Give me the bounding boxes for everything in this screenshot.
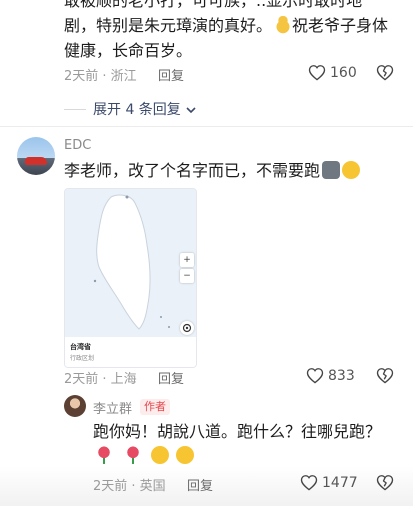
username[interactable]: EDC (64, 138, 91, 153)
laughing-emoji-icon (176, 446, 195, 464)
rose-emoji-icon (95, 446, 113, 464)
like-count: 160 (330, 65, 357, 81)
like-button[interactable] (308, 64, 326, 81)
reply-button[interactable]: 回复 (158, 65, 184, 84)
like-count: 833 (328, 368, 355, 384)
map-region-subtitle: 行政区划 (70, 355, 95, 362)
reply-button[interactable]: 回复 (187, 475, 213, 494)
heart-outline-icon (300, 475, 318, 491)
reply-button[interactable]: 回复 (158, 368, 184, 387)
laughing-emoji-icon (342, 161, 361, 179)
like-button[interactable] (306, 367, 324, 384)
cat-emoji-icon (322, 161, 341, 179)
expand-replies-label: 展开 4 条回复 (93, 102, 181, 118)
dislike-button[interactable] (376, 474, 394, 491)
locate-button[interactable] (180, 321, 194, 335)
dislike-button[interactable] (376, 64, 394, 81)
like-button[interactable] (300, 474, 318, 491)
comment-time-location: 2天前 · 英国 (93, 479, 166, 494)
broken-heart-icon (376, 475, 394, 491)
comment-divider (0, 126, 413, 127)
like-count: 1477 (322, 475, 358, 491)
rose-emoji-icon (124, 446, 143, 464)
avatar[interactable] (17, 137, 55, 175)
heart-outline-icon (306, 368, 324, 384)
heart-outline-icon (308, 65, 326, 81)
gourd-emoji-icon (274, 16, 293, 34)
broken-heart-icon (376, 368, 394, 384)
taiwan-map-shape (65, 189, 196, 339)
avatar[interactable] (64, 395, 86, 417)
map-screenshot-image[interactable]: + − 台湾省 行政区划 (64, 188, 197, 368)
broken-heart-icon (376, 65, 394, 81)
zoom-out-button[interactable]: − (180, 269, 194, 283)
emoji-row (93, 446, 195, 468)
map-info-panel: 台湾省 行政区划 (65, 337, 196, 367)
comment-text-line: 剧，特别是朱元璋演的真好。 祝老爷子身体 (64, 13, 388, 39)
locate-icon (182, 323, 192, 333)
zoom-in-button[interactable]: + (180, 253, 194, 267)
comment-text-segment: 剧，特别是朱元璋演的真好。 (64, 16, 273, 35)
expand-divider (64, 109, 86, 110)
comment-text-segment: 李老师，改了个名字而已，不需要跑 (64, 161, 321, 180)
comment-text-segment: 祝老爷子身体 (292, 16, 389, 35)
comment-time-location: 2天前 · 浙江 (64, 69, 137, 84)
username[interactable]: 李立群 (93, 398, 132, 417)
car-image (25, 157, 47, 165)
comment-text-line: 敢被顺的老小打，可可族，..显示时敢时地 (64, 0, 363, 10)
comment-text: 李老师，改了个名字而已，不需要跑 (64, 158, 361, 184)
expand-replies-button[interactable]: 展开 4 条回复 (93, 99, 197, 119)
author-badge: 作者 (140, 399, 170, 415)
comment-time-location: 2天前 · 上海 (64, 372, 137, 387)
dislike-button[interactable] (376, 367, 394, 384)
comment-text-line: 健康，长命百岁。 (64, 41, 193, 60)
chevron-down-icon (186, 107, 196, 114)
map-region-title: 台湾省 (70, 343, 91, 351)
grinning-emoji-icon (151, 446, 170, 464)
comment-text: 跑你妈！胡說八道。跑什么？往哪兒跑？ (93, 422, 382, 441)
